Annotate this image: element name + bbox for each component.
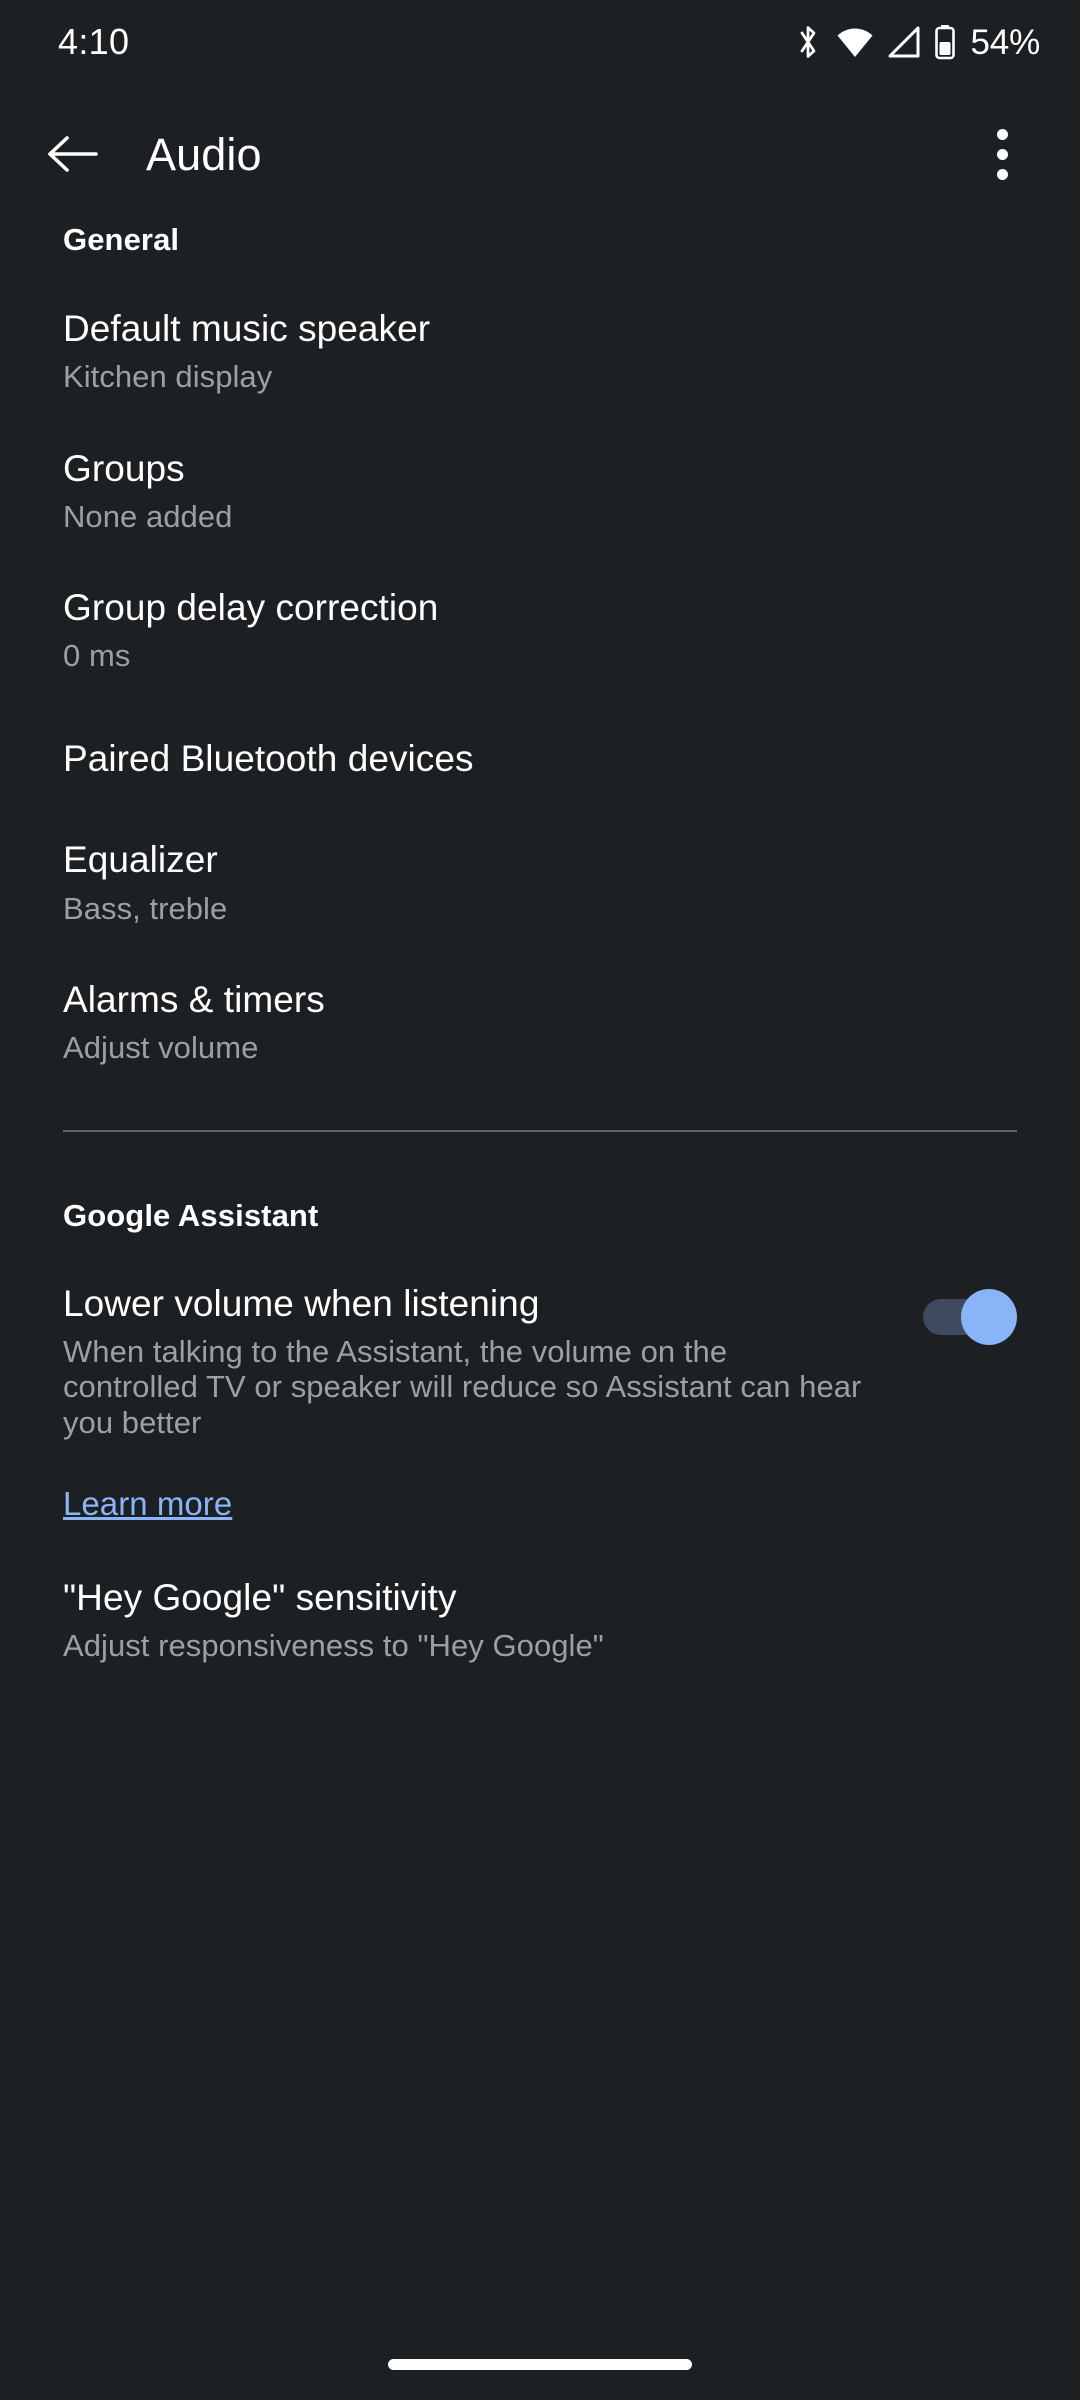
lower-volume-toggle[interactable] [923,1288,1017,1345]
section-header-google-assistant: Google Assistant [63,1197,319,1233]
pref-title: Lower volume when listening [63,1282,540,1324]
learn-more-link[interactable]: Learn more [63,1487,232,1520]
cellular-signal-icon [887,25,921,59]
pref-summary: None added [63,499,233,535]
bluetooth-icon [793,24,823,60]
home-gesture-pill[interactable] [388,2359,692,2370]
app-bar: Audio [0,84,1080,224]
overflow-dot [996,148,1008,160]
pref-equalizer[interactable]: Equalizer Bass, treble [0,839,1080,927]
pref-summary: Adjust volume [63,1029,259,1065]
battery-icon [934,24,956,60]
toggle-thumb [961,1288,1017,1345]
more-options-icon[interactable] [950,102,1054,206]
pref-summary: Adjust responsiveness to "Hey Google" [63,1628,604,1664]
pref-lower-volume-when-listening[interactable]: Lower volume when listening When talking… [0,1283,1080,1440]
wifi-icon [836,25,874,59]
pref-title: Group delay correction [63,587,439,629]
overflow-dot [996,168,1008,180]
section-header-general: General [63,222,180,257]
section-divider [63,1129,1017,1132]
pref-paired-bluetooth-devices[interactable]: Paired Bluetooth devices [0,738,1080,779]
status-bar-clock: 4:10 [58,21,130,62]
pref-hey-google-sensitivity[interactable]: "Hey Google" sensitivity Adjust responsi… [0,1577,1080,1665]
page-title: Audio [146,128,262,180]
pref-title: "Hey Google" sensitivity [63,1576,457,1618]
pref-summary: Bass, treble [63,890,228,926]
navigation-bar [0,2340,1080,2400]
pref-title: Alarms & timers [63,978,325,1020]
battery-percent-label: 54% [970,22,1041,62]
back-arrow-icon[interactable] [20,102,124,206]
pref-title: Default music speaker [63,308,431,349]
settings-audio-screen: 4:10 54% Audio General Default music spe… [0,0,1080,2400]
pref-summary: 0 ms [63,638,131,674]
status-bar: 4:10 54% [0,0,1080,84]
status-bar-icons: 54% [793,24,1040,60]
pref-title: Equalizer [63,839,218,881]
pref-default-music-speaker[interactable]: Default music speaker Kitchen display [0,308,1080,396]
overflow-dot [996,128,1008,140]
pref-title: Groups [63,448,185,490]
pref-group-delay-correction[interactable]: Group delay correction 0 ms [0,587,1080,675]
pref-title: Paired Bluetooth devices [63,738,474,780]
pref-alarms-and-timers[interactable]: Alarms & timers Adjust volume [0,979,1080,1067]
pref-groups[interactable]: Groups None added [0,448,1080,536]
learn-more-row: Learn more [0,1487,1080,1520]
pref-summary: When talking to the Assistant, the volum… [63,1333,862,1440]
pref-summary: Kitchen display [63,359,273,395]
settings-list: General Default music speaker Kitchen di… [0,224,1080,1665]
